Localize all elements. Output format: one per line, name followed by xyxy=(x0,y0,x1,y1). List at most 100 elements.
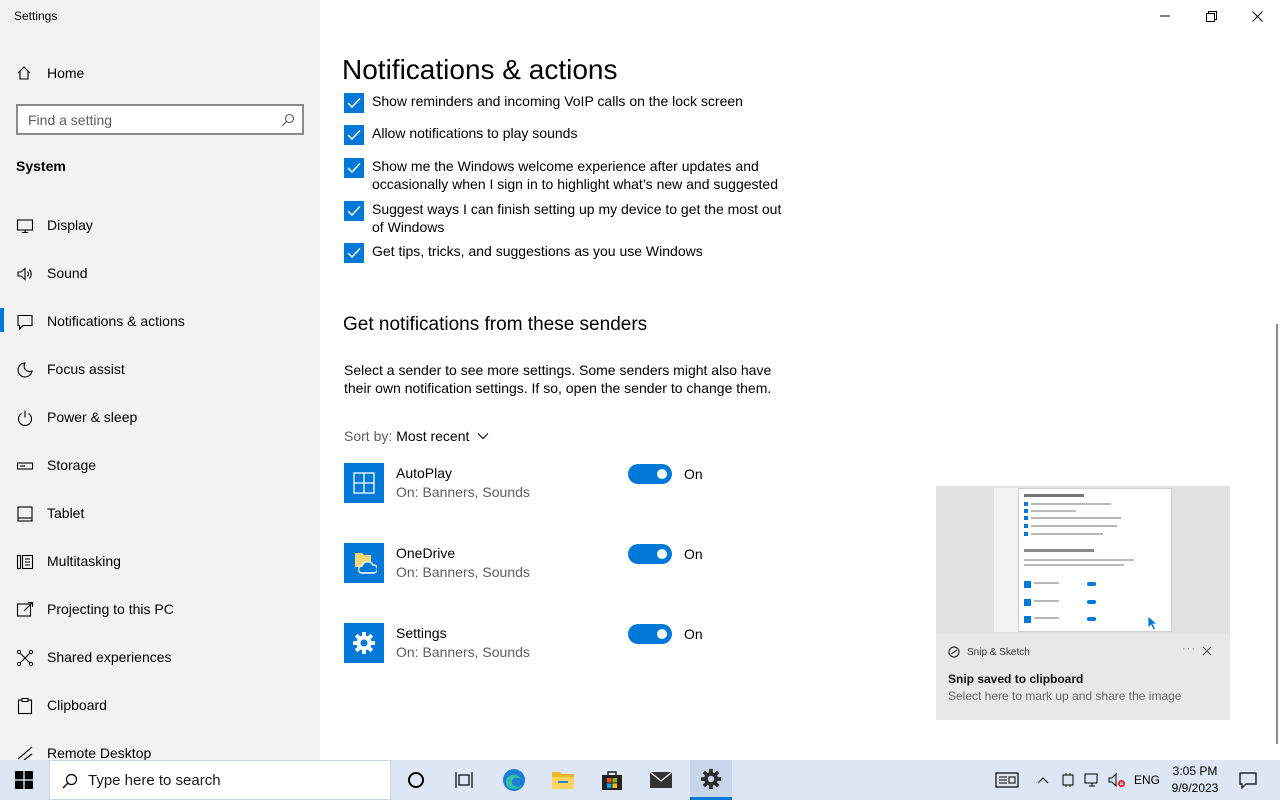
projecting-icon xyxy=(16,601,34,617)
sort-dropdown[interactable]: Sort by: Most recent xyxy=(344,428,489,444)
clock[interactable]: 3:05 PM 9/9/2023 xyxy=(1166,763,1224,797)
sidebar-item-clipboard[interactable]: Clipboard xyxy=(0,688,320,736)
sidebar-item-shared-experiences[interactable]: Shared experiences xyxy=(0,640,320,688)
sidebar-item-label: Tablet xyxy=(47,505,85,521)
checkbox-label: Get tips, tricks, and suggestions as you… xyxy=(372,243,703,259)
sidebar-item-label: Power & sleep xyxy=(47,409,138,425)
settings-gear-icon xyxy=(344,623,384,663)
sender-row-onedrive[interactable]: OneDrive On: Banners, Sounds On xyxy=(344,543,764,585)
store-icon xyxy=(602,771,622,790)
settings-gear-icon xyxy=(700,768,722,790)
language-indicator[interactable]: ENG xyxy=(1134,773,1160,787)
close-icon[interactable] xyxy=(1201,645,1213,657)
sort-label: Sort by: xyxy=(344,428,393,444)
snip-thumbnail xyxy=(936,486,1230,634)
show-hidden-icons-button[interactable] xyxy=(1034,760,1052,800)
toggle-switch[interactable] xyxy=(628,464,672,484)
close-button[interactable] xyxy=(1234,0,1280,32)
checkbox[interactable] xyxy=(344,93,364,113)
more-options-icon[interactable]: ··· xyxy=(1182,643,1196,655)
start-button[interactable] xyxy=(0,760,48,800)
toggle-switch[interactable] xyxy=(628,544,672,564)
tray-device-icon[interactable] xyxy=(1058,760,1078,800)
checkbox[interactable] xyxy=(344,243,364,263)
snip-toast-notification[interactable]: Snip & Sketch ··· Snip saved to clipboar… xyxy=(936,486,1230,720)
checkmark-icon xyxy=(347,162,361,174)
sidebar-item-label: Projecting to this PC xyxy=(47,601,174,617)
sort-value: Most recent xyxy=(396,428,470,444)
taskbar-app-mail[interactable] xyxy=(641,760,681,800)
sidebar-item-label: Home xyxy=(47,65,85,81)
sender-status: On: Banners, Sounds xyxy=(396,644,530,660)
checkbox-suggest-setup[interactable]: Suggest ways I can finish setting up my … xyxy=(344,200,792,236)
checkbox-notification-sounds[interactable]: Allow notifications to play sounds xyxy=(344,124,792,145)
taskbar: ENG 3:05 PM 9/9/2023 xyxy=(0,760,1280,800)
senders-section-title: Get notifications from these senders xyxy=(343,314,648,335)
action-center-button[interactable] xyxy=(1232,760,1264,800)
storage-icon xyxy=(16,462,34,470)
scrollbar[interactable] xyxy=(1276,324,1278,744)
minimize-icon xyxy=(1160,15,1170,17)
checkbox[interactable] xyxy=(344,201,364,221)
checkbox-label: Show reminders and incoming VoIP calls o… xyxy=(372,93,743,109)
volume-button[interactable] xyxy=(1106,760,1128,800)
sidebar-item-notifications-actions[interactable]: Notifications & actions xyxy=(0,304,320,352)
checkbox-lock-screen-reminders[interactable]: Show reminders and incoming VoIP calls o… xyxy=(344,92,792,113)
checkbox[interactable] xyxy=(344,125,364,145)
action-center-icon xyxy=(1239,772,1257,789)
autoplay-icon xyxy=(344,463,384,503)
cortana-button[interactable] xyxy=(396,760,436,800)
sidebar-item-multitasking[interactable]: Multitasking xyxy=(0,544,320,592)
cursor-icon xyxy=(1147,615,1159,631)
sender-name: Settings xyxy=(396,625,447,641)
toggle-state-label: On xyxy=(684,546,703,562)
search-input[interactable] xyxy=(18,106,268,133)
sender-row-autoplay[interactable]: AutoPlay On: Banners, Sounds On xyxy=(344,463,764,505)
sidebar-item-power-sleep[interactable]: Power & sleep xyxy=(0,400,320,448)
sidebar-item-label: Sound xyxy=(47,265,88,281)
sidebar-item-label: Clipboard xyxy=(47,697,107,713)
taskbar-app-settings[interactable] xyxy=(690,760,732,800)
taskbar-search[interactable] xyxy=(49,760,391,800)
taskbar-search-input[interactable] xyxy=(88,761,384,799)
checkbox-welcome-experience[interactable]: Show me the Windows welcome experience a… xyxy=(344,157,792,193)
mail-icon xyxy=(649,771,673,788)
minimize-button[interactable] xyxy=(1142,0,1188,32)
speaker-icon xyxy=(17,267,32,281)
restore-button[interactable] xyxy=(1188,0,1234,32)
taskbar-app-edge[interactable] xyxy=(494,760,534,800)
news-interests-button[interactable] xyxy=(992,760,1022,800)
thumbnail-page xyxy=(1018,488,1172,632)
onedrive-icon xyxy=(344,543,384,583)
toast-body: Select here to mark up and share the ima… xyxy=(948,689,1182,703)
find-setting-search[interactable] xyxy=(16,104,304,135)
close-icon xyxy=(1251,10,1263,22)
sender-row-settings[interactable]: Settings On: Banners, Sounds On xyxy=(344,623,764,665)
usb-device-icon xyxy=(1062,773,1074,787)
task-view-button[interactable] xyxy=(444,760,484,800)
sender-name: OneDrive xyxy=(396,545,456,561)
sidebar-item-sound[interactable]: Sound xyxy=(0,256,320,304)
search-icon[interactable] xyxy=(281,113,295,127)
sidebar-item-remote-desktop[interactable]: Remote Desktop xyxy=(0,736,320,760)
sidebar-item-storage[interactable]: Storage xyxy=(0,448,320,496)
checkbox[interactable] xyxy=(344,158,364,178)
checkbox-label: Allow notifications to play sounds xyxy=(372,125,578,141)
taskbar-app-store[interactable] xyxy=(592,760,632,800)
sidebar-item-label: Remote Desktop xyxy=(47,745,152,760)
sidebar-item-focus-assist[interactable]: Focus assist xyxy=(0,352,320,400)
sidebar-item-home[interactable]: Home xyxy=(0,58,320,88)
sidebar-item-tablet[interactable]: Tablet xyxy=(0,496,320,544)
home-icon xyxy=(17,66,31,80)
thumbnail-sidebar xyxy=(994,488,1018,632)
network-icon xyxy=(1084,773,1098,787)
toggle-switch[interactable] xyxy=(628,624,672,644)
taskbar-app-file-explorer[interactable] xyxy=(543,760,583,800)
checkbox-tips-tricks[interactable]: Get tips, tricks, and suggestions as you… xyxy=(344,242,792,263)
sidebar-item-display[interactable]: Display xyxy=(0,208,320,256)
sidebar-item-projecting[interactable]: Projecting to this PC xyxy=(0,592,320,640)
sidebar: Settings Home System Display Sound Notif… xyxy=(0,0,320,760)
app-title: Settings xyxy=(14,9,58,23)
network-button[interactable] xyxy=(1082,760,1102,800)
chevron-up-icon xyxy=(1037,777,1049,784)
